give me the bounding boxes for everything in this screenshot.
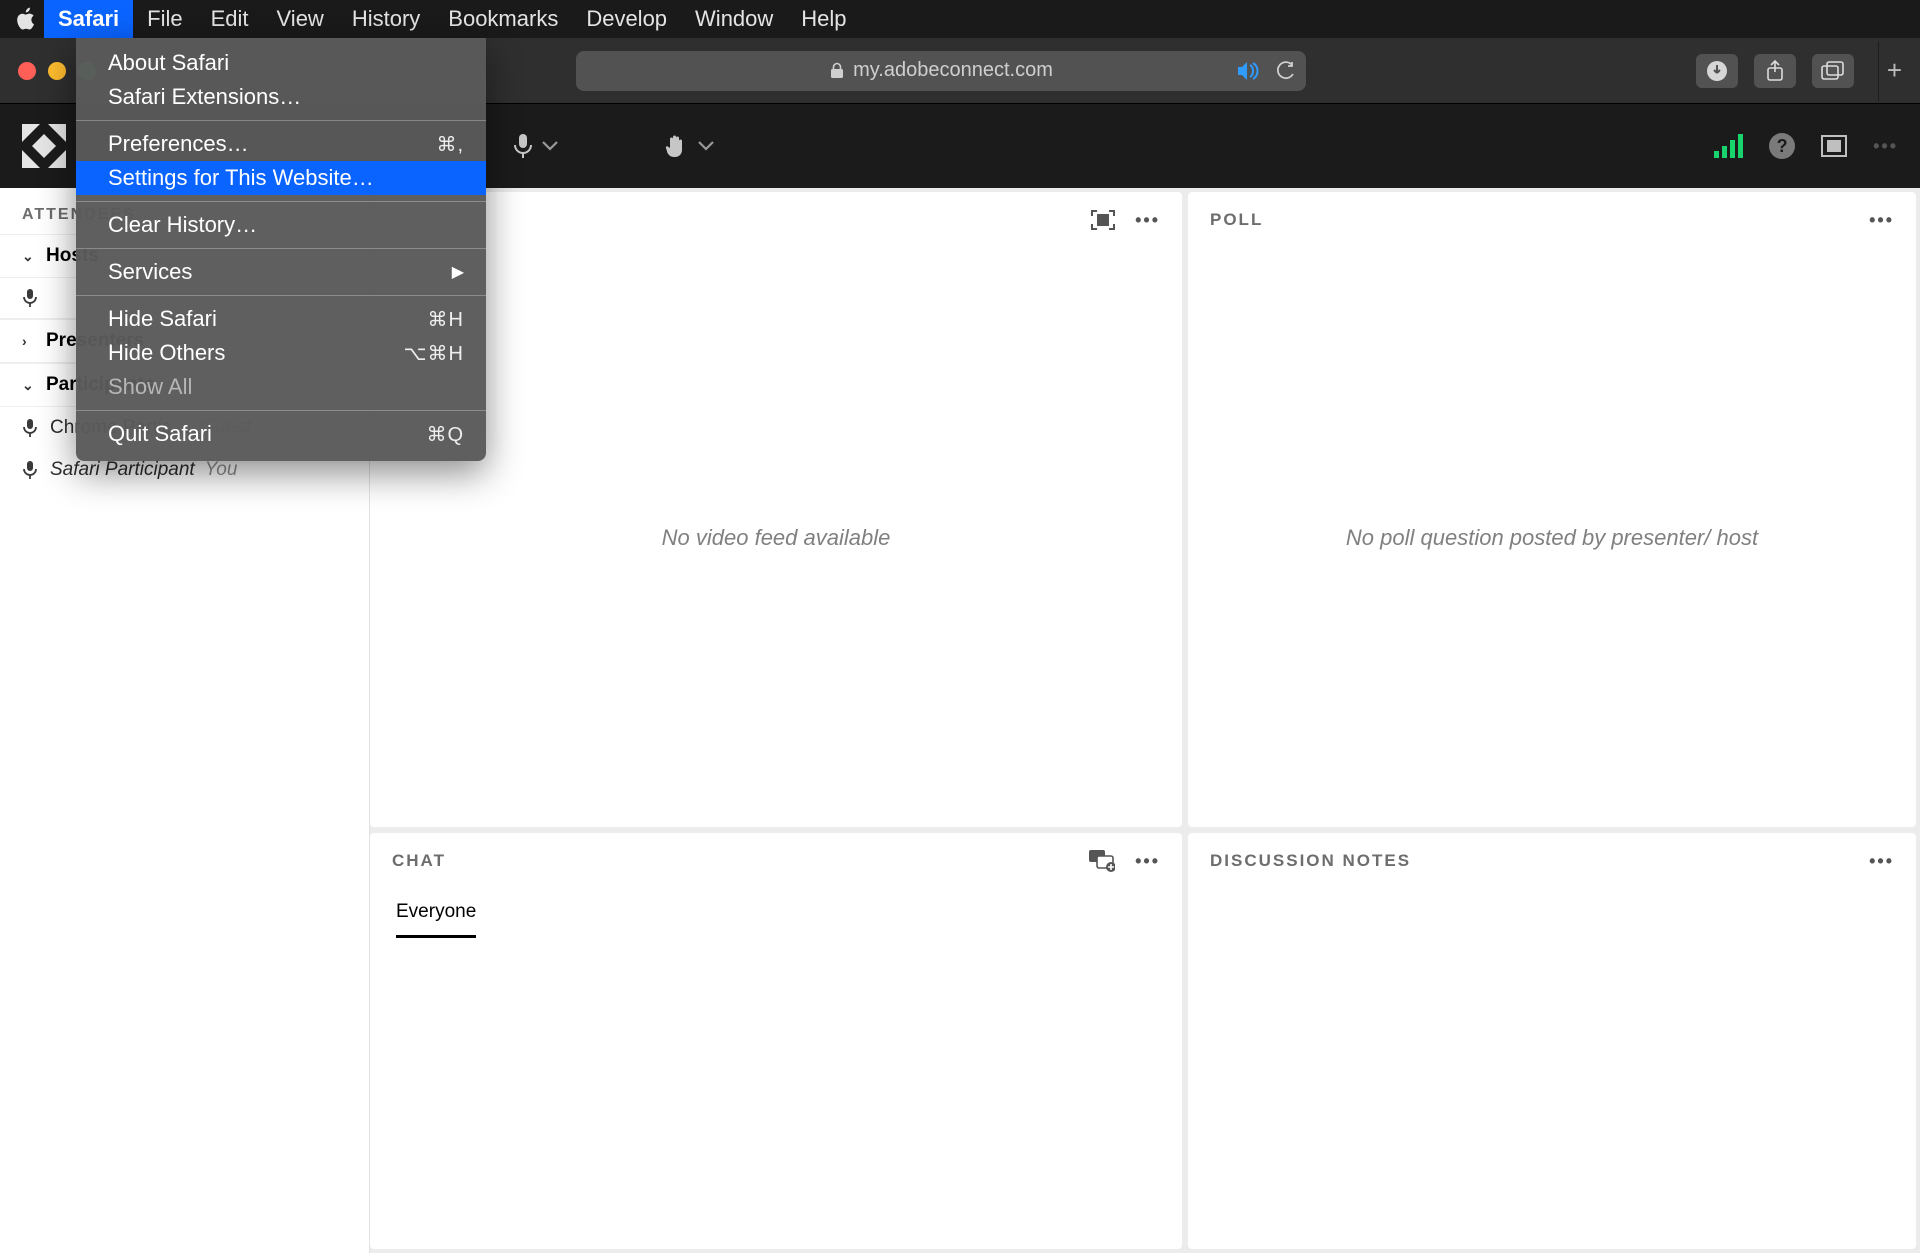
downloads-button[interactable] [1696,54,1738,88]
speaker-icon[interactable] [1238,62,1260,80]
menubar-item-history[interactable]: History [338,0,434,38]
video-placeholder: No video feed available [370,248,1182,827]
discussion-notes-pod: DISCUSSION NOTES ••• [1188,833,1916,1249]
menubar-item-develop[interactable]: Develop [572,0,681,38]
microphone-icon [22,460,40,480]
pod-options-icon[interactable]: ••• [1135,210,1160,231]
menubar-item-safari[interactable]: Safari [44,0,133,38]
window-close-button[interactable] [18,62,36,80]
pod-title: CHAT [392,851,446,871]
new-chat-icon[interactable] [1089,850,1115,872]
chat-tab-everyone[interactable]: Everyone [396,889,476,938]
menu-hide-others[interactable]: Hide Others⌥⌘H [76,336,486,370]
menu-settings-for-this-website[interactable]: Settings for This Website… [76,161,486,195]
pod-options-icon[interactable]: ••• [1869,851,1894,872]
raise-hand-control[interactable] [664,133,714,159]
window-minimize-button[interactable] [48,62,66,80]
tabs-button[interactable] [1812,54,1854,88]
chevron-right-icon: › [22,333,36,349]
pod-title: POLL [1210,210,1263,230]
microphone-icon [22,418,40,438]
url-bar[interactable]: my.adobeconnect.com [576,51,1306,91]
more-options-icon[interactable]: ••• [1873,136,1898,157]
chat-tabs: Everyone [370,889,1182,938]
fullscreen-icon[interactable] [1821,135,1847,157]
microphone-control[interactable] [512,133,558,159]
chevron-down-icon[interactable] [542,141,558,151]
chat-pod: CHAT ••• Everyone [370,833,1182,1249]
menubar-item-bookmarks[interactable]: Bookmarks [434,0,572,38]
shortcut-label: ⌘H [428,307,464,332]
chevron-down-icon[interactable] [698,141,714,151]
connection-strength-icon[interactable] [1714,134,1743,158]
participant-name: Safari Participant [50,459,195,481]
poll-pod: POLL ••• No poll question posted by pres… [1188,192,1916,827]
poll-placeholder: No poll question posted by presenter/ ho… [1188,248,1916,827]
participant-tag: You [205,459,238,481]
fullscreen-icon[interactable] [1091,210,1115,230]
menu-safari-extensions[interactable]: Safari Extensions… [76,80,486,114]
microphone-icon [22,288,40,308]
menu-clear-history[interactable]: Clear History… [76,208,486,242]
shortcut-label: ⌥⌘H [404,341,465,366]
new-tab-button[interactable]: + [1878,41,1910,101]
main-area: ••• No video feed available POLL ••• No … [370,188,1920,1253]
help-icon[interactable]: ? [1769,133,1795,159]
menubar-item-window[interactable]: Window [681,0,787,38]
menu-services[interactable]: Services▶ [76,255,486,289]
menubar-item-help[interactable]: Help [787,0,860,38]
chevron-down-icon: ⌄ [22,377,36,394]
menubar-item-file[interactable]: File [133,0,196,38]
url-text: my.adobeconnect.com [853,59,1053,82]
shortcut-label: ⌘, [436,132,464,157]
menu-about-safari[interactable]: About Safari [76,46,486,80]
macos-menubar: Safari File Edit View History Bookmarks … [0,0,1920,38]
menu-hide-safari[interactable]: Hide Safari⌘H [76,302,486,336]
safari-dropdown-menu: About Safari Safari Extensions… Preferen… [76,38,486,461]
pod-options-icon[interactable]: ••• [1869,210,1894,231]
menu-show-all: Show All [76,370,486,404]
lock-icon [829,62,845,80]
notes-body[interactable] [1188,889,1916,1249]
menu-quit-safari[interactable]: Quit Safari⌘Q [76,417,486,451]
microphone-icon [512,133,534,159]
adobe-connect-logo-icon [22,124,66,168]
hand-icon [664,133,690,159]
shortcut-label: ⌘Q [426,422,464,447]
reload-icon[interactable] [1276,61,1296,81]
submenu-arrow-icon: ▶ [452,262,464,282]
share-button[interactable] [1754,54,1796,88]
chevron-down-icon: ⌄ [22,248,36,265]
menubar-item-view[interactable]: View [263,0,338,38]
pod-options-icon[interactable]: ••• [1135,851,1160,872]
apple-logo-icon[interactable] [16,7,44,31]
menubar-item-edit[interactable]: Edit [197,0,263,38]
video-pod: ••• No video feed available [370,192,1182,827]
pod-title: DISCUSSION NOTES [1210,851,1411,871]
menu-preferences[interactable]: Preferences…⌘, [76,127,486,161]
